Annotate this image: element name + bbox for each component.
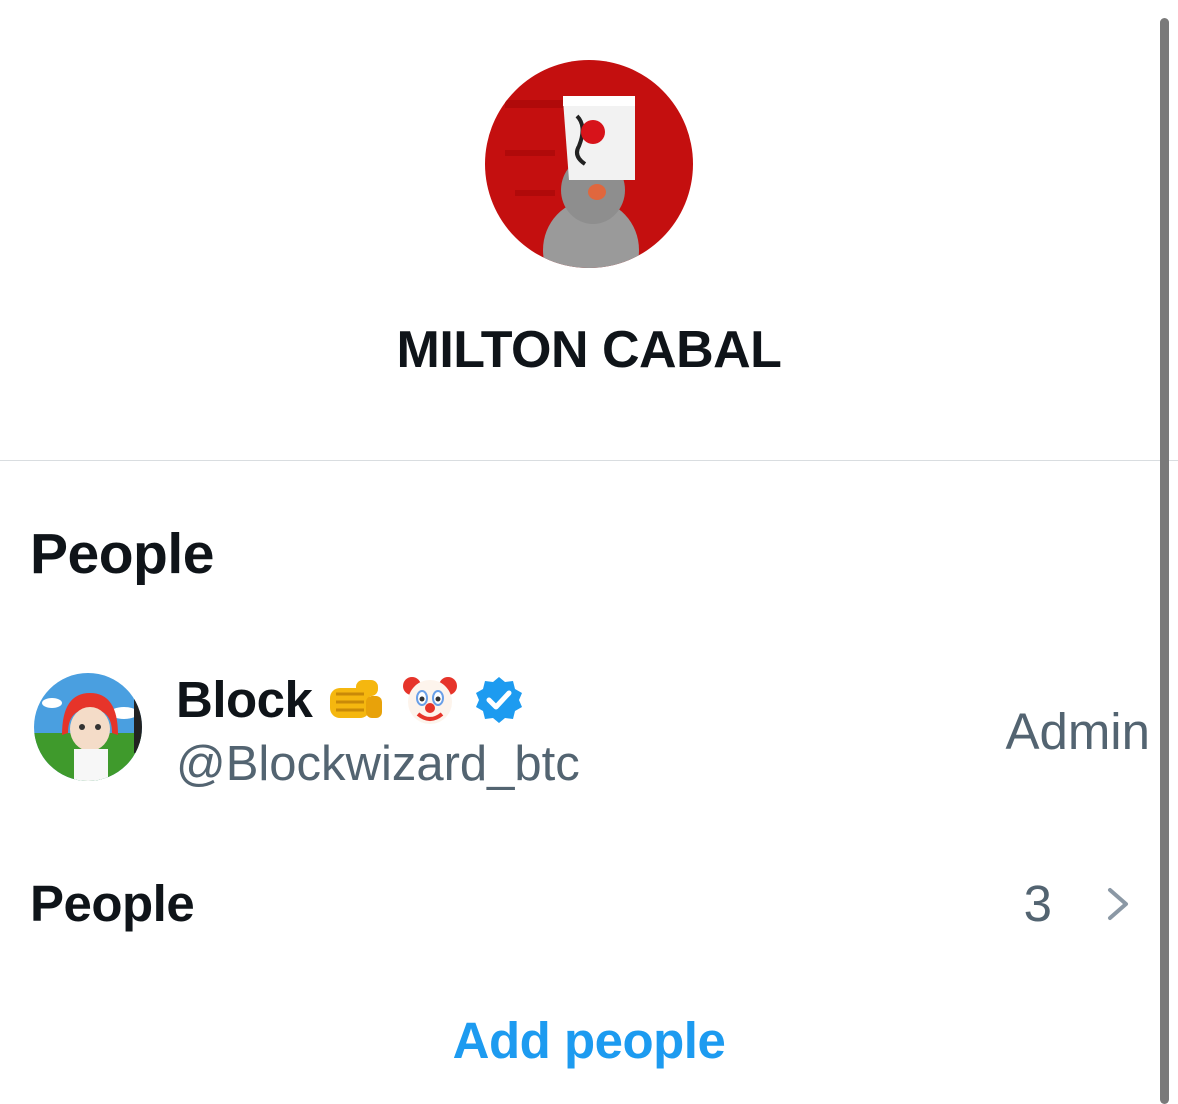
avatar[interactable] — [34, 673, 142, 781]
group-name: MILTON CABAL — [396, 321, 782, 379]
group-info-page: MILTON CABAL People Block @Blockwizard_b… — [0, 0, 1178, 1104]
chevron-right-icon[interactable] — [1098, 884, 1138, 924]
member-handle: @Blockwizard_btc — [176, 737, 580, 791]
group-avatar[interactable] — [485, 60, 693, 268]
member-name: Block — [176, 671, 313, 728]
pigeon-bucket-avatar-icon — [485, 60, 693, 268]
punch-emoji-icon — [326, 670, 386, 730]
people-section-heading: People — [30, 522, 214, 586]
people-row-label: People — [30, 875, 195, 932]
member-row[interactable]: Block @Blockwizard_btc Admin — [0, 660, 1160, 800]
clown-emoji-icon — [400, 670, 460, 730]
add-people-button[interactable]: Add people — [0, 1010, 1178, 1072]
member-avatar-icon — [34, 673, 142, 781]
verified-badge-icon — [474, 675, 524, 725]
people-count-row[interactable]: People 3 — [0, 860, 1160, 950]
member-name-line: Block — [176, 668, 524, 732]
scrollbar[interactable] — [1160, 18, 1169, 1104]
people-count: 3 — [1023, 875, 1052, 932]
member-role-badge: Admin — [1005, 703, 1150, 760]
section-divider — [0, 460, 1178, 461]
